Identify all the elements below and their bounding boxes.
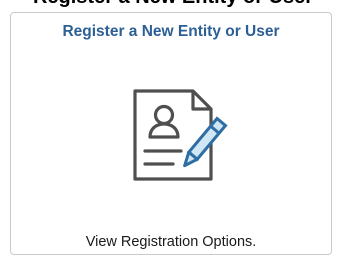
cropped-page-heading-text: Register a New Entity or User: [0, 0, 346, 8]
cropped-page-heading: Register a New Entity or User: [0, 0, 346, 8]
registration-form-pencil-icon: [133, 89, 228, 181]
register-entity-tile[interactable]: Register a New Entity or User View Regis…: [10, 12, 332, 255]
tile-footer-link[interactable]: View Registration Options.: [11, 234, 331, 250]
tile-title: Register a New Entity or User: [62, 23, 280, 40]
